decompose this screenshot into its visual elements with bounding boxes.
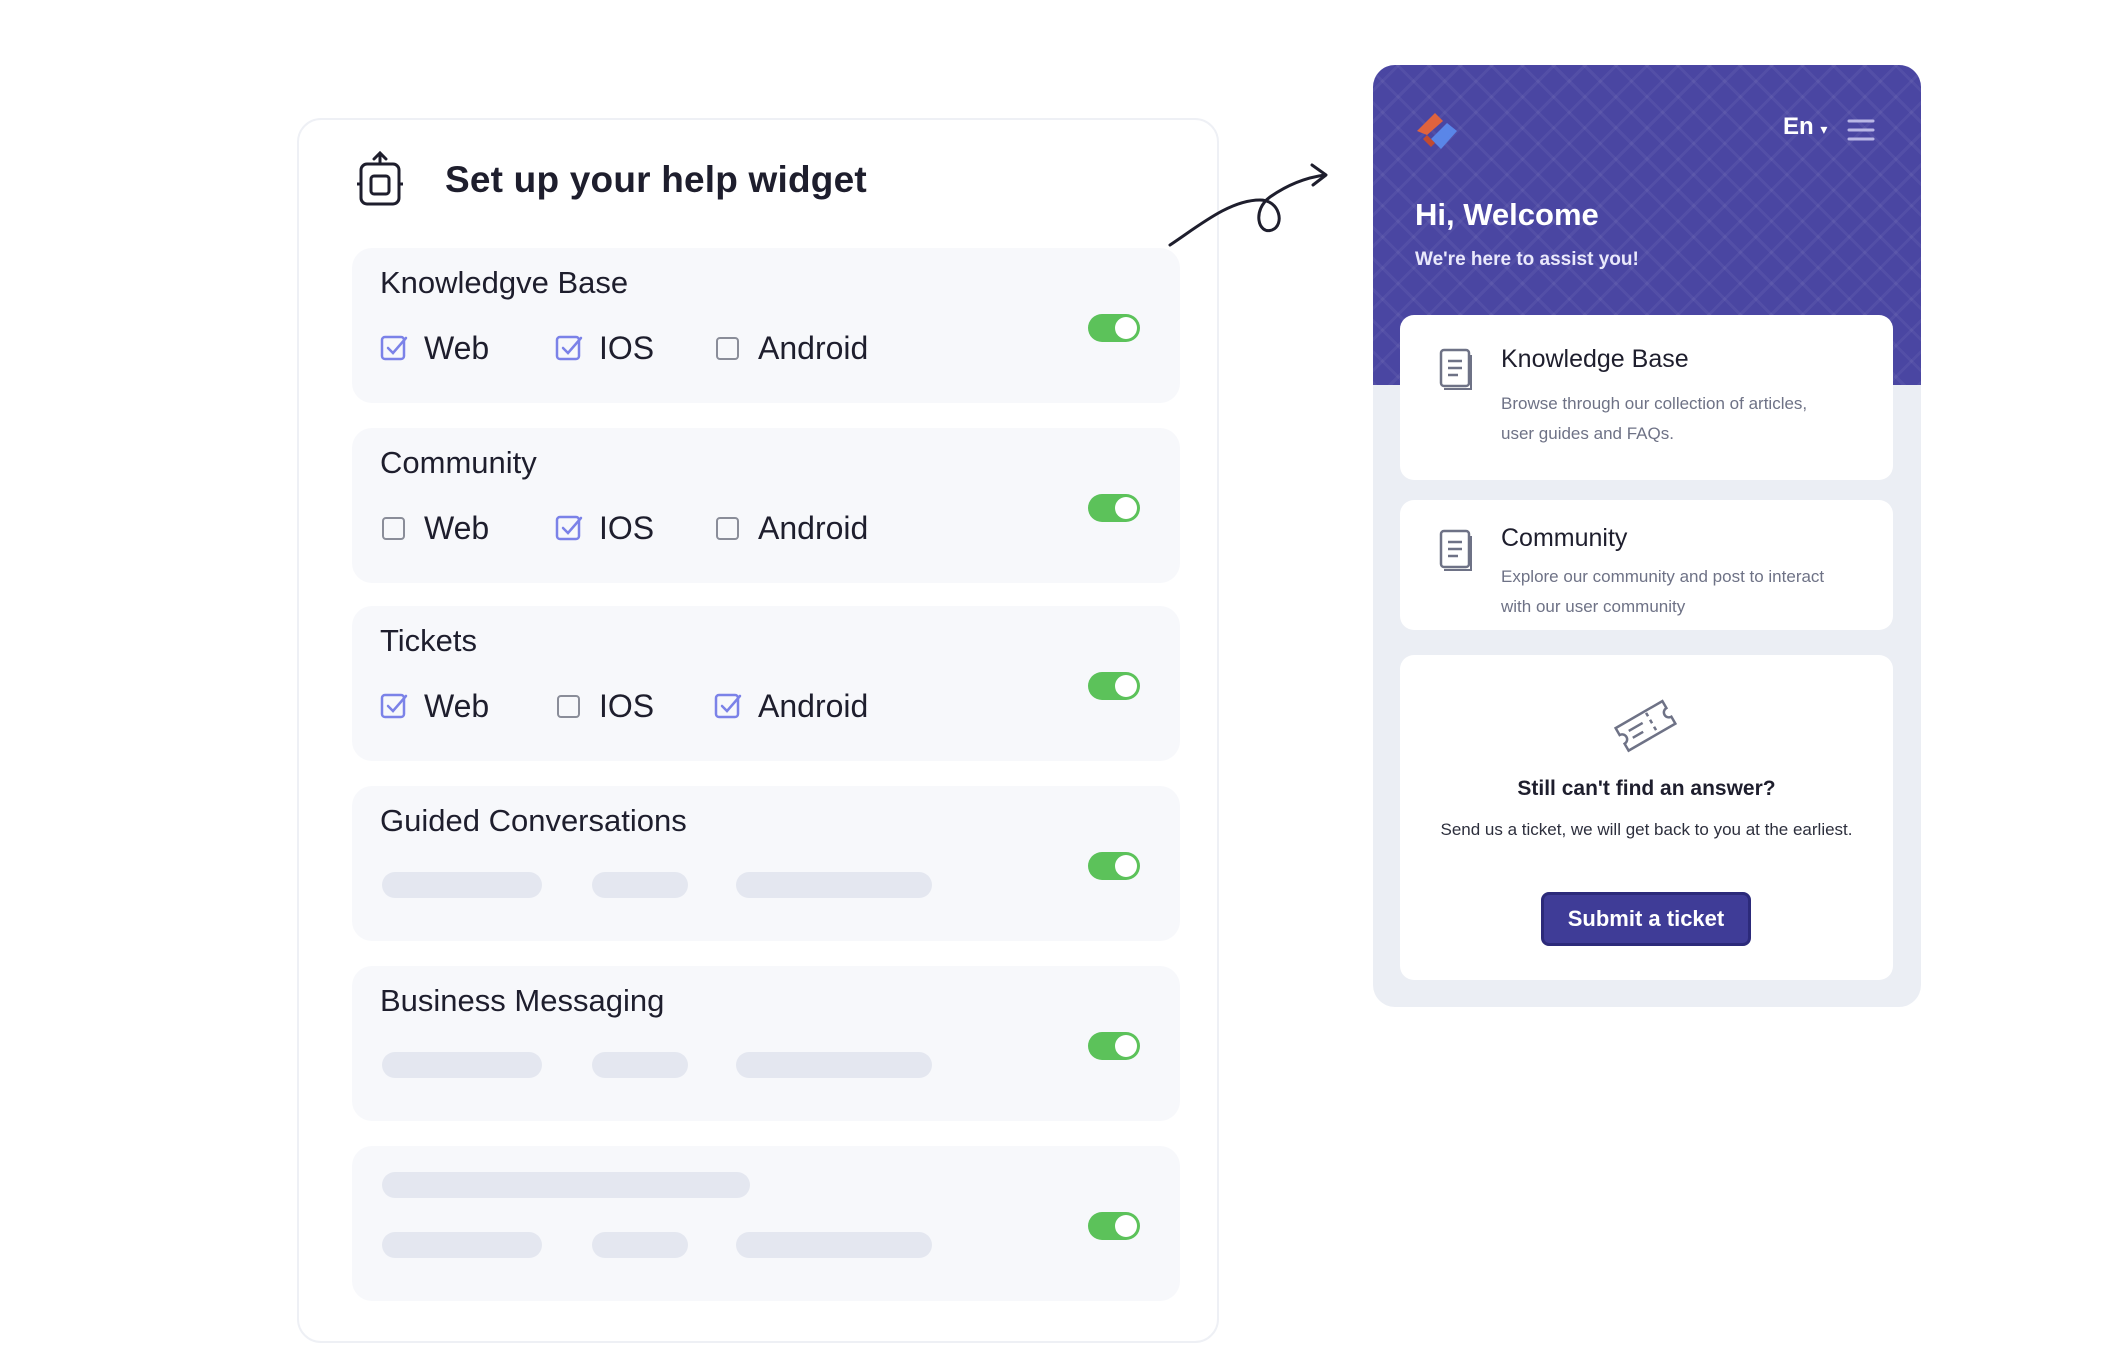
toggle-knob bbox=[1115, 497, 1137, 519]
option-label: IOS bbox=[599, 687, 655, 724]
card-title: Knowledge Base bbox=[1501, 345, 1689, 373]
checkbox-checked-icon[interactable] bbox=[380, 334, 408, 362]
submit-ticket-button[interactable]: Submit a ticket bbox=[1541, 892, 1751, 946]
option-label: Web bbox=[424, 687, 490, 724]
section-guided-conversations: Guided Conversations bbox=[352, 786, 1180, 941]
curly-arrow-icon bbox=[1168, 163, 1328, 247]
placeholder-bar bbox=[382, 1232, 542, 1258]
card-description: Explore our community and post to intera… bbox=[1501, 567, 1825, 616]
toggle-knob bbox=[1115, 675, 1137, 697]
section-title: Tickets bbox=[380, 623, 478, 658]
section-toggle[interactable] bbox=[1088, 494, 1140, 522]
section-toggle[interactable] bbox=[1088, 1212, 1140, 1240]
option-label: Android bbox=[758, 687, 869, 724]
section-title: Business Messaging bbox=[380, 983, 665, 1018]
option-android[interactable]: Android bbox=[714, 688, 868, 724]
placeholder-bar bbox=[592, 1052, 688, 1078]
option-web[interactable]: Web bbox=[380, 510, 489, 546]
toggle-knob bbox=[1115, 1035, 1137, 1057]
community-card[interactable]: Community Explore our community and post… bbox=[1400, 500, 1893, 630]
section-toggle[interactable] bbox=[1088, 672, 1140, 700]
option-label: IOS bbox=[599, 329, 655, 366]
placeholder-bar bbox=[736, 1052, 932, 1078]
ticket-description: Send us a ticket, we will get back to yo… bbox=[1440, 820, 1853, 839]
checkbox-checked-icon[interactable] bbox=[380, 692, 408, 720]
section-tickets: Tickets Web IOS Android bbox=[352, 606, 1180, 761]
section-title: Knowledgve Base bbox=[380, 265, 629, 300]
section-title: Guided Conversations bbox=[380, 803, 687, 838]
placeholder-bar bbox=[736, 1232, 932, 1258]
checkbox-empty-icon[interactable] bbox=[714, 514, 742, 542]
placeholder-bar bbox=[382, 1172, 750, 1198]
section-business-messaging: Business Messaging bbox=[352, 966, 1180, 1121]
placeholder-bar bbox=[592, 1232, 688, 1258]
option-ios[interactable]: IOS bbox=[555, 510, 654, 546]
placeholder-bar bbox=[382, 872, 542, 898]
toggle-knob bbox=[1115, 1215, 1137, 1237]
checkbox-empty-icon[interactable] bbox=[555, 692, 583, 720]
placeholder-bar bbox=[592, 872, 688, 898]
option-label: Android bbox=[758, 329, 869, 366]
option-web[interactable]: Web bbox=[380, 330, 489, 366]
option-label: IOS bbox=[599, 509, 655, 546]
setup-title: Set up your help widget bbox=[445, 159, 867, 200]
toggle-knob bbox=[1115, 317, 1137, 339]
setup-header: Set up your help widget bbox=[355, 150, 867, 210]
knowledge-base-card[interactable]: Knowledge Base Browse through our collec… bbox=[1400, 315, 1893, 480]
section-toggle[interactable] bbox=[1088, 852, 1140, 880]
help-widget-preview: En ▾ Hi, Welcome We're here to assist yo… bbox=[1373, 65, 1921, 1007]
language-label: En bbox=[1783, 113, 1814, 140]
option-ios[interactable]: IOS bbox=[555, 330, 654, 366]
book-icon bbox=[1439, 529, 1472, 571]
checkbox-checked-icon[interactable] bbox=[555, 514, 583, 542]
option-label: Android bbox=[758, 509, 869, 546]
section-community: Community Web IOS Android bbox=[352, 428, 1180, 583]
checkbox-checked-icon[interactable] bbox=[714, 692, 742, 720]
brand-logo-icon bbox=[1417, 113, 1457, 149]
option-label: Web bbox=[424, 329, 490, 366]
section-toggle[interactable] bbox=[1088, 1032, 1140, 1060]
option-web[interactable]: Web bbox=[380, 688, 489, 724]
card-title: Community bbox=[1501, 524, 1628, 552]
option-android[interactable]: Android bbox=[714, 330, 868, 366]
option-label: Web bbox=[424, 509, 490, 546]
checkbox-checked-icon[interactable] bbox=[555, 334, 583, 362]
book-icon bbox=[1439, 348, 1472, 390]
caret-down-icon: ▾ bbox=[1820, 121, 1828, 137]
widget-greeting: Hi, Welcome bbox=[1415, 197, 1599, 232]
option-ios[interactable]: IOS bbox=[555, 688, 654, 724]
ticket-icon bbox=[1613, 699, 1678, 753]
option-android[interactable]: Android bbox=[714, 510, 868, 546]
section-knowledge-base: Knowledgve Base Web IOS Android bbox=[352, 248, 1180, 403]
ticket-title: Still can't find an answer? bbox=[1517, 777, 1776, 800]
menu-icon[interactable] bbox=[1846, 117, 1876, 143]
ticket-card: Still can't find an answer? Send us a ti… bbox=[1400, 655, 1893, 980]
setup-card: Set up your help widget Knowledgve Base … bbox=[297, 118, 1219, 1343]
section-title: Community bbox=[380, 445, 537, 480]
widget-subgreeting: We're here to assist you! bbox=[1415, 249, 1639, 270]
language-selector[interactable]: En ▾ bbox=[1783, 113, 1827, 141]
toggle-knob bbox=[1115, 855, 1137, 877]
placeholder-bar bbox=[736, 872, 932, 898]
section-toggle[interactable] bbox=[1088, 314, 1140, 342]
section-placeholder bbox=[352, 1146, 1180, 1301]
setup-widget-icon bbox=[357, 150, 403, 206]
placeholder-bar bbox=[382, 1052, 542, 1078]
checkbox-empty-icon[interactable] bbox=[714, 334, 742, 362]
checkbox-empty-icon[interactable] bbox=[380, 514, 408, 542]
card-description: Browse through our collection of article… bbox=[1501, 394, 1808, 443]
